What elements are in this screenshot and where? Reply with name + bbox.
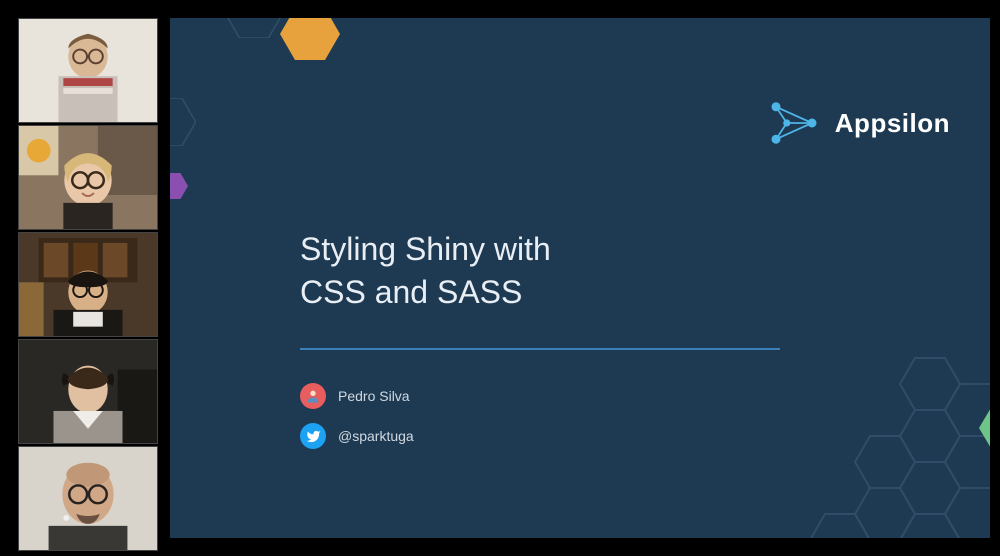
person-icon — [300, 383, 326, 409]
hexagon-decoration — [225, 18, 283, 38]
author-row: Pedro Silva — [300, 383, 410, 409]
participant-video — [19, 447, 157, 551]
brand-logo: Appsilon — [767, 96, 950, 150]
presentation-slide[interactable]: Appsilon Styling Shiny with CSS and SASS… — [170, 18, 990, 538]
author-name: Pedro Silva — [338, 388, 410, 404]
hexagon-decoration — [170, 173, 188, 199]
participant-video — [19, 126, 157, 230]
participant-tile[interactable] — [18, 446, 158, 551]
brand-name: Appsilon — [835, 108, 950, 139]
video-call-container: Appsilon Styling Shiny with CSS and SASS… — [0, 0, 1000, 556]
hexagon-decoration — [170, 98, 196, 146]
participant-video — [19, 340, 157, 444]
main-content: Appsilon Styling Shiny with CSS and SASS… — [170, 18, 1000, 556]
twitter-icon — [300, 423, 326, 449]
participant-video — [19, 233, 157, 337]
participant-tile[interactable] — [18, 232, 158, 337]
participant-tile[interactable] — [18, 339, 158, 444]
participant-tile[interactable] — [18, 125, 158, 230]
hexagon-cluster — [770, 318, 990, 538]
participant-tile[interactable] — [18, 18, 158, 123]
title-divider — [300, 348, 780, 350]
twitter-row: @sparktuga — [300, 423, 414, 449]
appsilon-icon — [767, 96, 821, 150]
participant-sidebar — [0, 18, 160, 556]
slide-title: Styling Shiny with CSS and SASS — [300, 228, 551, 314]
title-line-1: Styling Shiny with — [300, 228, 551, 271]
participant-video — [19, 19, 157, 123]
title-line-2: CSS and SASS — [300, 271, 551, 314]
hexagon-decoration — [280, 18, 340, 60]
twitter-handle: @sparktuga — [338, 428, 414, 444]
